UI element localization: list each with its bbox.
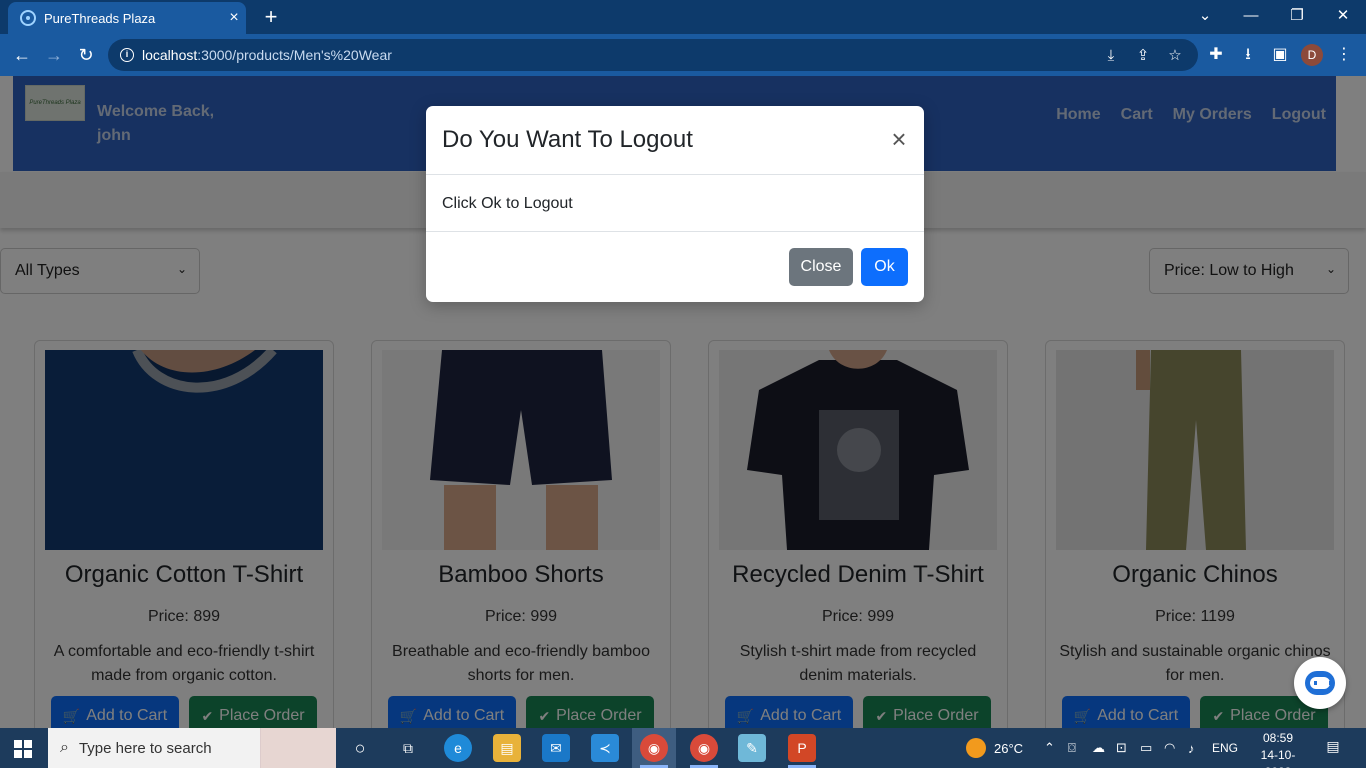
clock-date: 14-10-2023 <box>1260 748 1296 768</box>
browser-toolbar: ← → ↻ i localhost:3000/products/Men's%20… <box>0 34 1366 76</box>
url-path: :3000/products/Men's%20Wear <box>197 47 392 63</box>
windows-start-icon[interactable] <box>14 740 32 758</box>
modal-body-text: Click Ok to Logout <box>442 195 573 212</box>
close-window-button[interactable]: ✕ <box>1320 0 1366 34</box>
back-arrow-icon[interactable]: ← <box>8 41 36 69</box>
volume-icon[interactable]: ♪ <box>1188 728 1195 768</box>
site-info-icon[interactable]: i <box>120 48 134 62</box>
chatbot-launcher[interactable] <box>1294 657 1346 709</box>
close-icon[interactable]: × <box>888 126 910 152</box>
divider <box>426 174 924 175</box>
notepad-icon[interactable]: ✎ <box>738 734 766 762</box>
divider <box>426 231 924 232</box>
bookmark-star-icon[interactable]: ☆ <box>1164 45 1186 67</box>
logout-modal: Do You Want To Logout × Click Ok to Logo… <box>426 106 924 302</box>
vscode-icon[interactable]: ≺ <box>591 734 619 762</box>
profile-avatar[interactable]: D <box>1301 44 1323 66</box>
task-view-icon[interactable]: ⧉ <box>394 734 422 762</box>
browser-tab-strip: PureThreads Plaza × + ⌄ — ❐ ✕ <box>0 0 1366 34</box>
network-adapter-icon[interactable]: ⊡ <box>1116 728 1127 768</box>
edge-icon[interactable]: e <box>444 734 472 762</box>
search-placeholder: Type here to search <box>78 739 212 757</box>
downloads-icon[interactable]: ⭳ <box>1234 41 1262 69</box>
react-favicon-icon <box>20 10 36 26</box>
battery-icon[interactable]: ▭ <box>1140 728 1152 768</box>
search-icon: ⌕ <box>60 739 69 756</box>
chatbot-icon <box>1305 671 1335 695</box>
new-tab-button[interactable]: + <box>258 3 284 31</box>
clock-time: 08:59 <box>1262 731 1294 745</box>
web-page: PureThreads Plaza Welcome Back, john Hom… <box>0 76 1366 728</box>
tab-close-icon[interactable]: × <box>222 9 246 27</box>
search-highlight-image <box>260 728 336 768</box>
weather-widget[interactable]: 26°C <box>966 728 1023 768</box>
language-indicator[interactable]: ENG <box>1212 728 1238 768</box>
minimize-button[interactable]: — <box>1228 0 1274 34</box>
restore-button[interactable]: ❐ <box>1274 0 1320 34</box>
wifi-icon[interactable]: ◠ <box>1164 728 1175 768</box>
notification-icon[interactable]: ▤ <box>1322 738 1344 758</box>
tray-chevron-icon[interactable]: ⌃ <box>1044 728 1055 768</box>
install-app-icon[interactable]: ⤓ <box>1100 45 1122 67</box>
powerpoint-icon[interactable]: P <box>788 734 816 762</box>
modal-close-button[interactable]: Close <box>789 248 853 286</box>
share-icon[interactable]: ⇪ <box>1132 45 1154 67</box>
extensions-puzzle-icon[interactable]: ✚ <box>1202 41 1230 69</box>
menu-kebab-icon[interactable]: ⋮ <box>1330 41 1358 69</box>
temperature: 26°C <box>994 740 1024 756</box>
forward-arrow-icon[interactable]: → <box>40 41 68 69</box>
windows-taskbar: ⌕ Type here to search ○ ⧉ e ▤ ✉ ≺ ◉ ◉ ✎ … <box>0 728 1366 768</box>
modal-ok-button[interactable]: Ok <box>861 248 908 286</box>
tab-title: PureThreads Plaza <box>44 10 156 26</box>
address-bar[interactable]: i localhost:3000/products/Men's%20Wear ⤓… <box>108 39 1198 71</box>
mail-icon[interactable]: ✉ <box>542 734 570 762</box>
browser-tab[interactable]: PureThreads Plaza × <box>8 2 246 34</box>
taskbar-clock[interactable]: 08:59 14-10-2023 <box>1252 730 1304 768</box>
tab-search-icon[interactable]: ⌄ <box>1182 0 1228 34</box>
modal-title: Do You Want To Logout <box>442 126 693 153</box>
file-explorer-icon[interactable]: ▤ <box>493 734 521 762</box>
chrome-profile-icon[interactable]: ◉ <box>690 734 718 762</box>
chrome-icon[interactable]: ◉ <box>640 734 668 762</box>
reload-icon[interactable]: ↻ <box>72 41 100 69</box>
url-host: localhost <box>142 47 198 63</box>
cortana-icon[interactable]: ○ <box>346 734 374 762</box>
side-panel-icon[interactable]: ▣ <box>1266 41 1294 69</box>
onedrive-icon[interactable]: ☁ <box>1092 728 1105 768</box>
sun-icon <box>966 738 986 758</box>
taskbar-search[interactable]: ⌕ Type here to search <box>48 728 336 768</box>
meet-now-icon[interactable]: ⌼ <box>1068 728 1076 768</box>
